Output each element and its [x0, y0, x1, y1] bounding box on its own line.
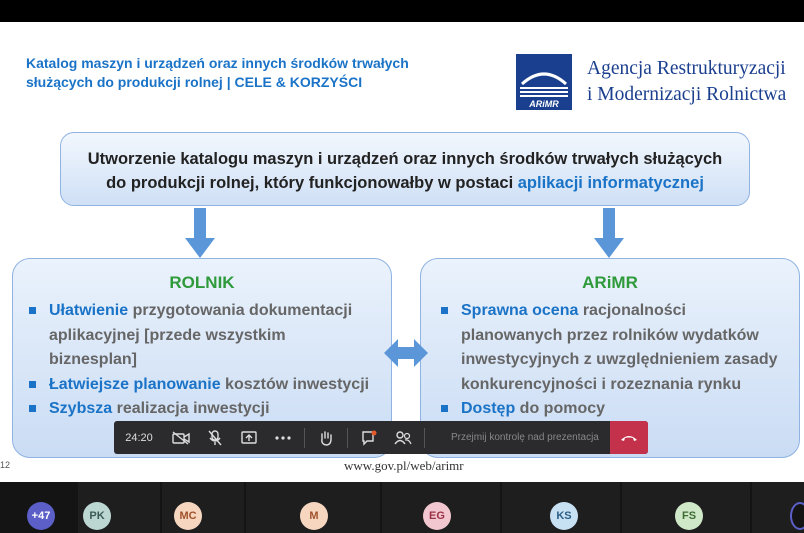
camera-off-icon[interactable]	[164, 421, 198, 454]
list-item: Ułatwienie przygotowania dokumentacji ap…	[27, 299, 377, 373]
list-item: Szybsza realizacja inwestycji	[27, 397, 377, 422]
self-view-avatar[interactable]	[790, 502, 804, 530]
mic-off-icon[interactable]	[198, 421, 232, 454]
participants-icon[interactable]	[386, 421, 420, 454]
highlight-text: aplikacji informatycznej	[517, 174, 704, 192]
agency-name: Agencja Restrukturyzacji i Modernizacji …	[587, 58, 787, 105]
divider	[424, 427, 425, 448]
top-black-bar	[0, 0, 804, 22]
logo-text: ARiMR	[528, 99, 559, 109]
avatar[interactable]: EG	[423, 502, 451, 530]
divider	[347, 427, 348, 448]
avatar[interactable]: FS	[675, 502, 703, 530]
avatar[interactable]: M	[300, 502, 328, 530]
divider	[304, 427, 305, 448]
participants-strip: +47 PK MC M EG KS FS	[0, 482, 804, 533]
footer-url: www.gov.pl/web/arimr	[344, 458, 464, 473]
chat-icon[interactable]	[352, 421, 386, 454]
arimr-heading: ARiMR	[582, 273, 638, 292]
slide-number: 12	[0, 460, 11, 470]
hangup-button[interactable]	[610, 421, 648, 454]
avatar-overflow[interactable]: +47	[27, 502, 55, 530]
hangup-icon	[621, 435, 637, 441]
more-icon[interactable]	[266, 421, 300, 454]
call-timer: 24:20	[125, 431, 153, 444]
main-goal-box: Utworzenie katalogu maszyn i urządzeń or…	[60, 132, 750, 206]
take-control-button[interactable]: Przejmij kontrolę nad prezentacja	[451, 432, 631, 443]
avatar[interactable]: KS	[550, 502, 578, 530]
arimr-logo: ARiMR	[516, 54, 572, 110]
arrow-down-right-icon	[594, 208, 624, 258]
avatar[interactable]: MC	[174, 502, 202, 530]
avatar[interactable]: PK	[83, 502, 111, 530]
slide-title: Katalog maszyn i urządzeń oraz innych śr…	[26, 55, 409, 90]
rolnik-heading: ROLNIK	[169, 273, 235, 292]
arrow-down-left-icon	[185, 208, 215, 258]
raise-hand-icon[interactable]	[309, 421, 343, 454]
list-item: Dostęp do pomocy	[439, 397, 785, 422]
list-item: Sprawna ocena racjonalności planowanych …	[439, 299, 785, 397]
share-icon[interactable]	[232, 421, 266, 454]
list-item: Łatwiejsze planowanie kosztów inwestycji	[27, 373, 377, 398]
double-arrow-icon	[384, 339, 428, 367]
presentation-slide: Katalog maszyn i urządzeń oraz innych śr…	[0, 22, 804, 482]
meeting-control-bar: 24:20 Przejmij kontrolę nad prezentacja	[114, 421, 648, 454]
